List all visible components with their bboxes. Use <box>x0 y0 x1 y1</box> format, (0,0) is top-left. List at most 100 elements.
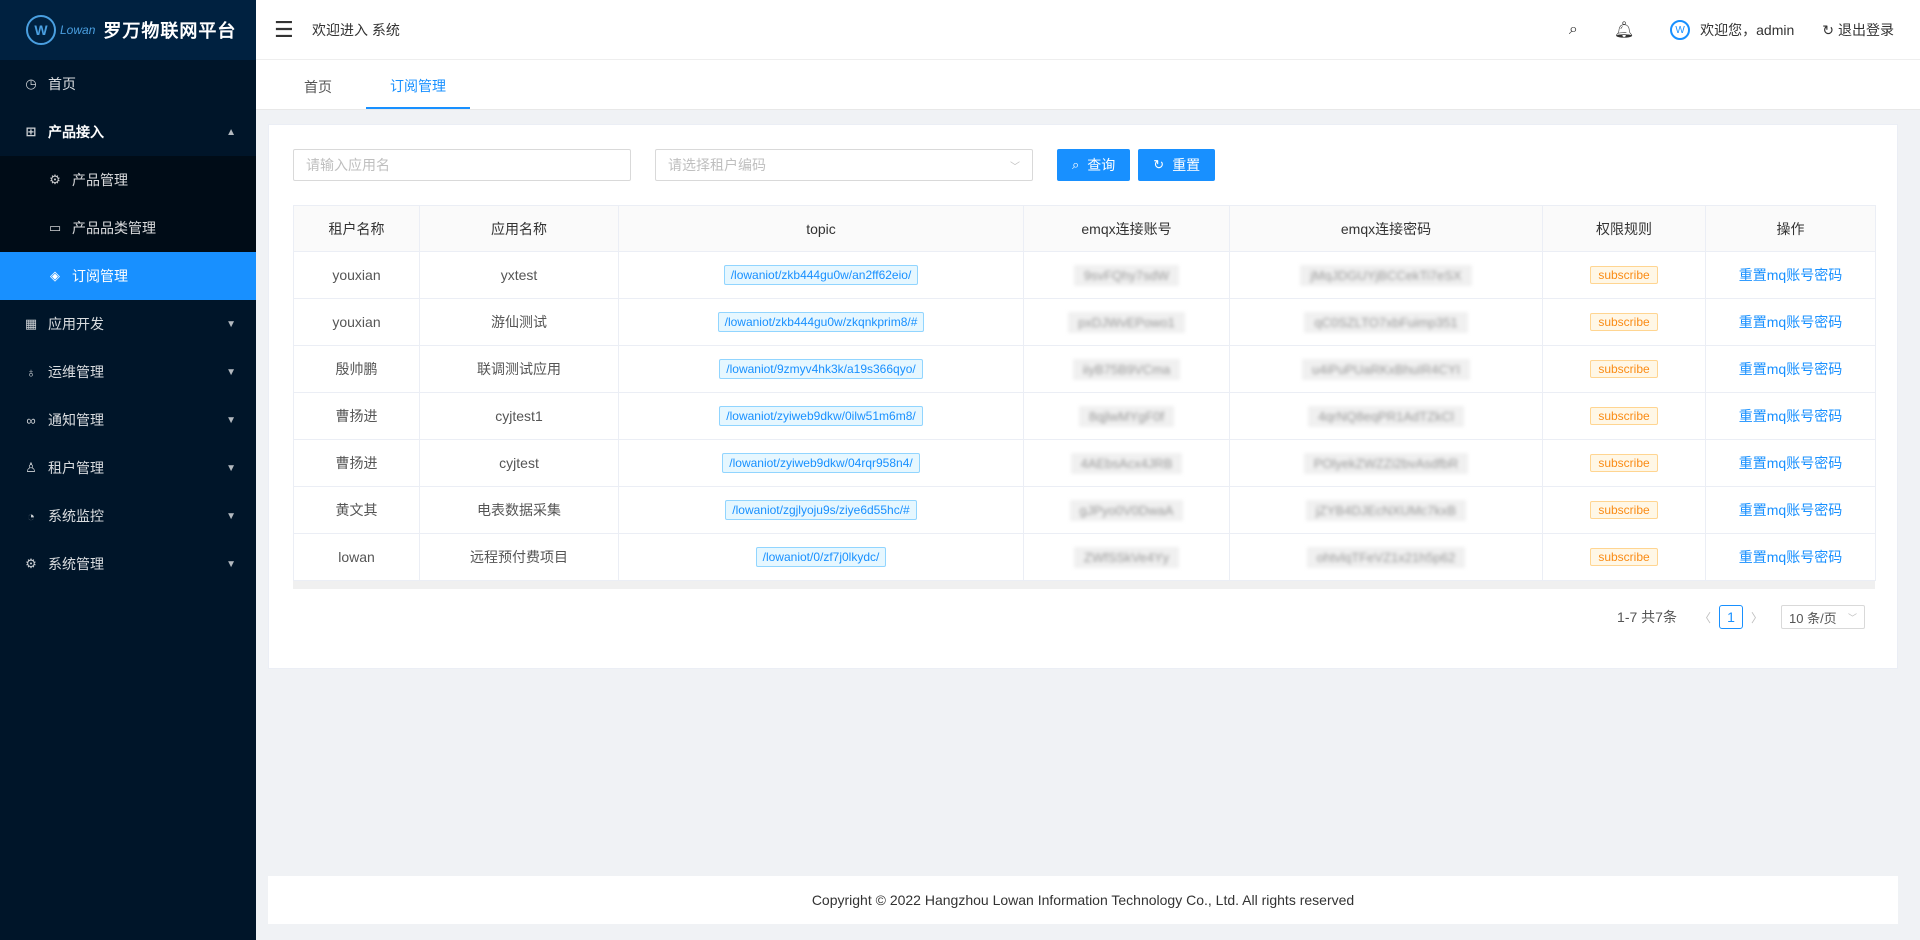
sidebar-item-app-dev[interactable]: ▦ 应用开发 ▼ <box>0 300 256 348</box>
sidebar-item-tenant[interactable]: ♙ 租户管理 ▼ <box>0 444 256 492</box>
logo-brand: Lowan <box>60 23 96 37</box>
cell-app: yxtest <box>419 251 619 299</box>
sidebar-item-product-category[interactable]: ▭ 产品品类管理 <box>0 204 256 252</box>
cell-topic: /lowaniot/0/zf7j0lkydc/ <box>618 533 1024 581</box>
chevron-down-icon: ▼ <box>226 318 236 330</box>
prev-page-icon[interactable]: 〈 <box>1699 609 1711 626</box>
table-row: 曹扬进 cyjtest /lowaniot/zyiweb9dkw/04rqr95… <box>293 439 1876 487</box>
chevron-down-icon: ﹀ <box>1010 161 1020 173</box>
table-horizontal-scrollbar[interactable] <box>293 581 1875 589</box>
sidebar-item-label: 产品管理 <box>72 172 128 188</box>
cell-action: 重置mq账号密码 <box>1705 533 1876 581</box>
topic-tag: /lowaniot/zyiweb9dkw/0ilw51m6m8/ <box>719 406 923 426</box>
reset-mq-credentials-link[interactable]: 重置mq账号密码 <box>1739 502 1842 518</box>
sidebar-item-ops[interactable]: ♁ 运维管理 ▼ <box>0 348 256 396</box>
query-button[interactable]: ⌕ 查询 <box>1057 149 1131 181</box>
cell-account: ZWfSSkVe4Yy <box>1023 533 1230 581</box>
logo-icon: W <box>26 15 56 45</box>
table-row: youxian 游仙测试 /lowaniot/zkb444gu0w/zkqnkp… <box>293 298 1876 346</box>
sidebar-item-product-access[interactable]: ⊞ 产品接入 ▲ <box>0 108 256 156</box>
rule-tag: subscribe <box>1590 313 1658 331</box>
sidebar-item-label: 租户管理 <box>48 460 104 476</box>
reset-mq-credentials-link[interactable]: 重置mq账号密码 <box>1739 455 1842 471</box>
topic-tag: /lowaniot/9zmyv4hk3k/a19s366qyo/ <box>719 359 923 379</box>
user-greeting[interactable]: 欢迎您，admin <box>1700 20 1794 40</box>
search-icon[interactable]: ⌕ <box>1569 21 1578 39</box>
sidebar-item-system[interactable]: ⚙ 系统管理 ▼ <box>0 540 256 588</box>
password-value: u4iPuPUaRKxBhuIR4CYI <box>1301 358 1471 380</box>
account-value: iiyB75B9VCma <box>1072 358 1181 380</box>
tab-subscription[interactable]: 订阅管理 <box>366 65 470 109</box>
column-header-action: 操作 <box>1705 205 1876 252</box>
reset-button[interactable]: ↻ 重置 <box>1138 149 1216 181</box>
column-header-topic: topic <box>618 205 1024 252</box>
product-icon: ⊞ <box>25 124 37 139</box>
cell-tenant: 曹扬进 <box>293 392 420 440</box>
sidebar-item-label: 产品接入 <box>48 124 104 140</box>
topic-tag: /lowaniot/zkb444gu0w/zkqnkprim8/# <box>717 312 925 332</box>
reset-mq-credentials-link[interactable]: 重置mq账号密码 <box>1739 549 1842 565</box>
table-row: youxian yxtest /lowaniot/zkb444gu0w/an2f… <box>293 251 1876 299</box>
cell-account: 8qjlwMYgF0f <box>1023 392 1230 440</box>
reset-mq-credentials-link[interactable]: 重置mq账号密码 <box>1739 361 1842 377</box>
cell-tenant: lowan <box>293 533 420 581</box>
column-header-password: emqx连接密码 <box>1229 205 1543 252</box>
password-value: jZYB4DJEcNXUMc7kxB <box>1305 499 1467 521</box>
chevron-up-icon: ▲ <box>226 126 236 138</box>
account-value: 4AEbsAcx4JRB <box>1070 452 1183 474</box>
header-right: ⌕ 🔔︎ W 欢迎您，admin ↻ 退出登录 <box>1551 0 1920 60</box>
logout-label: 退出登录 <box>1838 22 1894 38</box>
reset-mq-credentials-link[interactable]: 重置mq账号密码 <box>1739 408 1842 424</box>
table-row: 殷帅鹏 联调测试应用 /lowaniot/9zmyv4hk3k/a19s366q… <box>293 345 1876 393</box>
next-page-icon[interactable]: 〉 <box>1751 609 1763 626</box>
sidebar-menu: ◷ 首页 ⊞ 产品接入 ▲ ⚙ 产品管理 ▭ 产品品类管理 ◈ 订阅管理 ▦ 应… <box>0 60 256 588</box>
reset-mq-credentials-link[interactable]: 重置mq账号密码 <box>1739 314 1842 330</box>
table-row: 曹扬进 cyjtest1 /lowaniot/zyiweb9dkw/0ilw51… <box>293 392 1876 440</box>
setting-icon: ⚙ <box>25 556 37 571</box>
cell-topic: /lowaniot/9zmyv4hk3k/a19s366qyo/ <box>618 345 1024 393</box>
sidebar-item-monitor[interactable]: ◔ 系统监控 ▼ <box>0 492 256 540</box>
cell-rule: subscribe <box>1542 298 1706 346</box>
tenant-select[interactable]: 请选择租户编码 ﹀ <box>655 149 1033 181</box>
app-name-input[interactable]: 请输入应用名 <box>293 149 631 181</box>
cell-rule: subscribe <box>1542 392 1706 440</box>
column-header-account: emqx连接账号 <box>1023 205 1230 252</box>
query-label: 查询 <box>1087 157 1116 173</box>
sidebar: W Lowan 罗万物联网平台 ◷ 首页 ⊞ 产品接入 ▲ ⚙ 产品管理 ▭ 产… <box>0 0 256 940</box>
monitor-icon: ◔ <box>27 508 35 524</box>
cell-app: 远程预付费项目 <box>419 533 619 581</box>
cell-topic: /lowaniot/zyiweb9dkw/04rqr958n4/ <box>618 439 1024 487</box>
cell-tenant: youxian <box>293 251 420 299</box>
cell-app: cyjtest <box>419 439 619 487</box>
cell-action: 重置mq账号密码 <box>1705 251 1876 299</box>
sidebar-item-home[interactable]: ◷ 首页 <box>0 60 256 108</box>
cell-password: qC0SZLTO7xbFuimp351 <box>1229 298 1543 346</box>
topic-tag: /lowaniot/zkb444gu0w/an2ff62eio/ <box>723 265 919 285</box>
page-size-value: 10 条/页 <box>1789 610 1837 626</box>
avatar[interactable]: W <box>1670 20 1691 40</box>
subscription-table: 租户名称 应用名称 topic emqx连接账号 emqx连接密码 权限规则 操… <box>293 205 1876 589</box>
sidebar-item-subscription[interactable]: ◈ 订阅管理 <box>0 252 256 300</box>
page-number[interactable]: 1 <box>1718 605 1743 629</box>
topic-tag: /lowaniot/zgjlyoju9s/ziye6d55hc/# <box>725 500 917 520</box>
sidebar-item-product-management[interactable]: ⚙ 产品管理 <box>0 156 256 204</box>
logout-icon: ↻ <box>1822 21 1834 38</box>
cell-topic: /lowaniot/zkb444gu0w/an2ff62eio/ <box>618 251 1024 299</box>
reset-mq-credentials-link[interactable]: 重置mq账号密码 <box>1739 267 1842 283</box>
welcome-text: 欢迎进入 系统 <box>312 21 400 38</box>
sidebar-item-label: 产品品类管理 <box>72 220 156 236</box>
column-header-rule: 权限规则 <box>1542 205 1706 252</box>
cell-rule: subscribe <box>1542 486 1706 534</box>
bulb-icon: ♁ <box>26 364 36 380</box>
menu-fold-icon[interactable]: ☰ <box>274 17 298 43</box>
header: ☰ 欢迎进入 系统 ⌕ 🔔︎ W 欢迎您，admin ↻ 退出登录 <box>256 0 1920 60</box>
cell-action: 重置mq账号密码 <box>1705 345 1876 393</box>
sidebar-item-notify[interactable]: ∞ 通知管理 ▼ <box>0 396 256 444</box>
logout-button[interactable]: ↻ 退出登录 <box>1822 20 1894 40</box>
cell-rule: subscribe <box>1542 439 1706 487</box>
bell-icon[interactable]: 🔔︎ <box>1614 20 1634 40</box>
page-size-select[interactable]: 10 条/页 ﹀ <box>1781 605 1865 629</box>
column-header-app: 应用名称 <box>419 205 619 252</box>
tab-home[interactable]: 首页 <box>280 65 356 109</box>
rule-tag: subscribe <box>1590 548 1658 566</box>
